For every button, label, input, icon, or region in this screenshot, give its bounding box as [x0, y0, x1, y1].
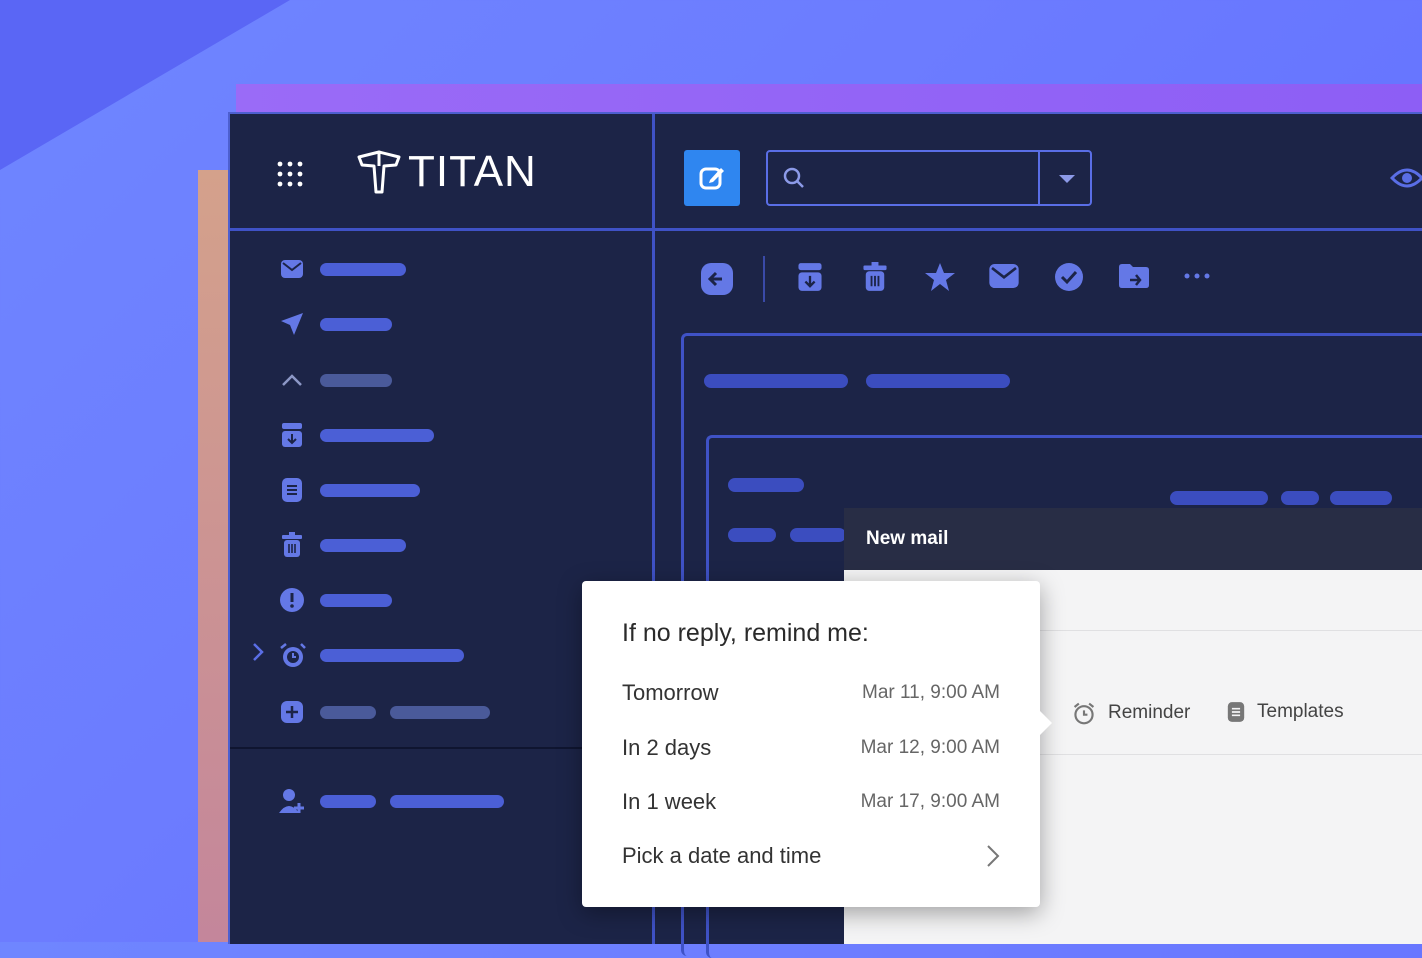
- move-folder-icon[interactable]: [1118, 262, 1150, 290]
- sidebar-item-label-placeholder: [390, 705, 490, 719]
- compose-window-title: New mail: [866, 528, 949, 549]
- reminder-button[interactable]: Reminder: [1072, 701, 1190, 725]
- document-icon: [282, 478, 302, 502]
- skeleton-bar: [790, 528, 846, 542]
- chevron-right-icon[interactable]: [252, 642, 264, 662]
- caret-down-icon[interactable]: [1058, 174, 1076, 184]
- header-divider: [230, 228, 1422, 231]
- reminder-option-label: Tomorrow: [622, 680, 719, 705]
- sidebar-item-reminders[interactable]: [278, 641, 464, 669]
- brand-name: TITAN: [408, 147, 537, 196]
- reminder-option-datetime: Mar 17, 9:00 AM: [860, 791, 1000, 812]
- back-icon[interactable]: [700, 262, 734, 296]
- compose-button[interactable]: [684, 150, 740, 206]
- templates-label: Templates: [1257, 701, 1344, 722]
- reminder-option-2-days[interactable]: In 2 days Mar 12, 9:00 AM: [622, 734, 1000, 762]
- skeleton-bar: [1281, 491, 1319, 505]
- apps-grid-icon[interactable]: [276, 160, 304, 188]
- sidebar-item-spam[interactable]: [278, 586, 392, 614]
- sidebar-item-add-folder[interactable]: [278, 698, 490, 726]
- sidebar-item-sent[interactable]: [278, 310, 392, 338]
- sidebar-item-drafts[interactable]: [278, 476, 420, 504]
- template-icon: [1227, 702, 1245, 722]
- skeleton-bar: [866, 374, 1010, 388]
- search-divider: [1038, 152, 1040, 204]
- sidebar-item-trash[interactable]: [278, 531, 406, 559]
- eye-icon[interactable]: [1390, 166, 1422, 190]
- reminder-option-label: In 2 days: [622, 735, 712, 760]
- archive-icon: [282, 423, 302, 447]
- reminder-option-tomorrow[interactable]: Tomorrow Mar 11, 9:00 AM: [622, 679, 1000, 707]
- alert-icon: [280, 588, 304, 612]
- toolbar-separator: [763, 256, 765, 302]
- sidebar-item-label-placeholder: [320, 794, 376, 808]
- more-icon[interactable]: [1184, 272, 1210, 280]
- sidebar-item-label-placeholder: [390, 794, 504, 808]
- sidebar-section-divider: [230, 747, 590, 749]
- reminder-label: Reminder: [1108, 702, 1191, 723]
- add-user-icon: [279, 789, 304, 813]
- edit-icon: [699, 167, 724, 190]
- archive-icon[interactable]: [796, 262, 824, 292]
- skeleton-bar: [704, 374, 848, 388]
- mail-app-window: TITAN New mail Reminder Templates If no …: [228, 112, 1422, 958]
- alarm-icon: [1073, 702, 1095, 725]
- mail-icon: [281, 260, 303, 278]
- sidebar-item-label-placeholder: [320, 428, 434, 442]
- star-icon[interactable]: [924, 262, 956, 292]
- sidebar-item-label-placeholder: [320, 648, 464, 662]
- sidebar-item-archive[interactable]: [278, 421, 434, 449]
- templates-button[interactable]: Templates: [1227, 701, 1344, 723]
- alarm-icon: [280, 643, 306, 667]
- decorative-strip-left: [198, 170, 230, 942]
- check-circle-icon[interactable]: [1054, 262, 1084, 292]
- skeleton-bar: [1170, 491, 1268, 505]
- reminder-option-datetime: Mar 11, 9:00 AM: [862, 682, 1000, 703]
- trash-icon[interactable]: [862, 262, 888, 292]
- sidebar-footer-add-user[interactable]: [278, 787, 504, 815]
- sidebar-item-label-placeholder: [320, 483, 420, 497]
- trash-icon: [282, 532, 302, 557]
- compose-window-header: New mail: [844, 508, 1422, 570]
- sidebar-item-label-placeholder: [320, 593, 392, 607]
- send-icon: [281, 313, 303, 335]
- reminder-popup: If no reply, remind me: Tomorrow Mar 11,…: [582, 581, 1052, 907]
- skeleton-bar: [728, 528, 776, 542]
- mail-icon[interactable]: [988, 262, 1020, 290]
- sidebar-item-label-placeholder: [320, 538, 406, 552]
- search-box[interactable]: [766, 150, 1092, 206]
- skeleton-bar: [1330, 491, 1392, 505]
- brand-logo: TITAN: [356, 147, 537, 196]
- reminder-option-label: Pick a date and time: [622, 843, 822, 868]
- sidebar-item-label-placeholder: [320, 262, 406, 276]
- search-icon: [783, 167, 804, 188]
- sidebar-item-collapse[interactable]: [278, 366, 392, 394]
- chevron-right-icon: [987, 845, 1000, 867]
- reminder-option-pick-date[interactable]: Pick a date and time: [622, 842, 1000, 870]
- sidebar-item-label-placeholder: [320, 705, 376, 719]
- sidebar-item-label-placeholder: [320, 317, 392, 331]
- reminder-option-1-week[interactable]: In 1 week Mar 17, 9:00 AM: [622, 788, 1000, 816]
- plus-box-icon: [281, 701, 303, 723]
- reminder-option-label: In 1 week: [622, 789, 717, 814]
- reminder-option-datetime: Mar 12, 9:00 AM: [860, 737, 1000, 758]
- sidebar-item-inbox[interactable]: [278, 255, 406, 283]
- titan-logo-icon: [357, 150, 401, 194]
- chevron-up-icon: [282, 374, 302, 386]
- reminder-popup-title: If no reply, remind me:: [622, 619, 869, 647]
- sidebar-item-label-placeholder: [320, 373, 392, 387]
- skeleton-bar: [728, 478, 804, 492]
